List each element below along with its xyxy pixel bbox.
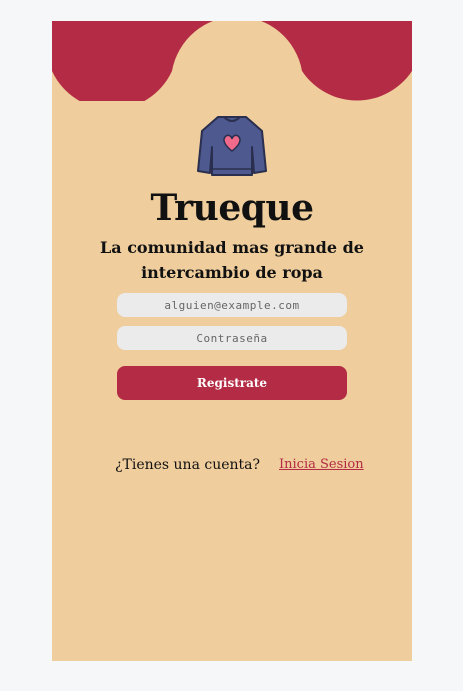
register-button[interactable]: Registrate — [117, 366, 347, 400]
password-input[interactable] — [117, 326, 347, 350]
login-link[interactable]: Inicia Sesion — [279, 457, 364, 472]
account-prompt: ¿Tienes una cuenta? — [115, 457, 261, 473]
scalloped-header — [52, 21, 412, 101]
register-screen: Trueque La comunidad mas grande de inter… — [52, 21, 412, 661]
app-subtitle: La comunidad mas grande de intercambio d… — [100, 238, 364, 282]
sweater-heart-icon — [197, 116, 267, 176]
app-title: Trueque — [150, 187, 314, 229]
email-input[interactable] — [117, 293, 347, 317]
